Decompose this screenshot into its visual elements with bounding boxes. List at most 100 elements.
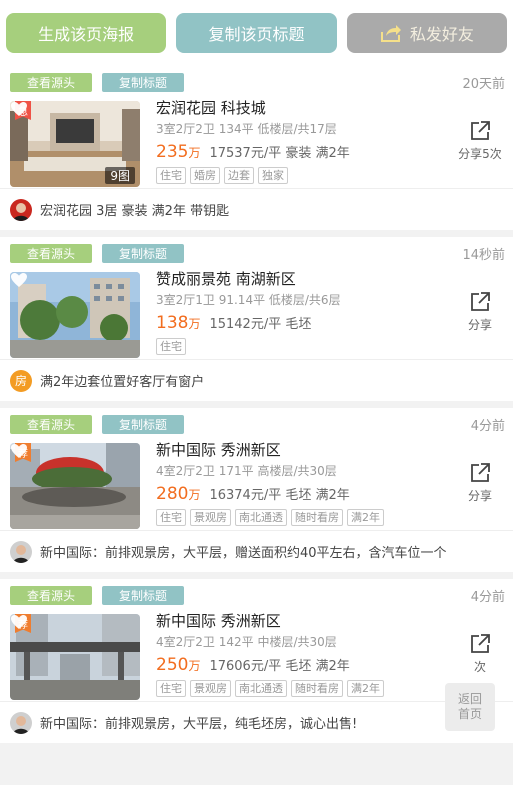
price-detail: 17606元/平 毛坯 满2年 (209, 659, 350, 674)
view-source-button[interactable]: 查看源头 (10, 414, 92, 434)
back-home-line1: 返回 (457, 692, 482, 706)
listing-photo-image (10, 272, 140, 358)
share-button[interactable]: 分享 (457, 291, 503, 333)
price-unit: 万 (188, 146, 201, 160)
feature-label: 满2年 (347, 680, 384, 697)
listing-card[interactable]: 查看源头 复制标题 4分前 荐 新中国际 秀洲新区 4室2厅2卫 142平 中楼… (0, 579, 513, 743)
listing-card-header: 查看源头 复制标题 20天前 (10, 72, 505, 92)
view-source-button[interactable]: 查看源头 (10, 243, 92, 263)
share-button[interactable]: 分享 (457, 462, 503, 504)
post-time: 4分前 (470, 418, 505, 434)
listing-card-body: 荐 新中国际 秀洲新区 4室2厅2卫 171平 高楼层/共30层 280 万 1… (10, 434, 505, 530)
heart-icon[interactable] (10, 443, 28, 459)
avatar[interactable] (10, 198, 32, 221)
price-unit: 万 (188, 488, 201, 502)
listing-description-row: 新中国际：前排观景房，大平层，赠送面积约40平左右，含汽车位一个 (0, 530, 513, 572)
post-time: 4分前 (470, 589, 505, 605)
price-row: 138 万 15142元/平 毛坯 (156, 313, 505, 333)
copy-page-title-label: 复制该页标题 (208, 25, 305, 44)
feature-label: 住宅 (156, 167, 186, 184)
listing-info: 新中国际 秀洲新区 4室2厅2卫 171平 高楼层/共30层 280 万 163… (156, 441, 505, 530)
image-count: 9图 (105, 167, 135, 184)
listing-card-body: 赞成丽景苑 南湖新区 3室2厅1卫 91.14平 低楼层/共6层 138 万 1… (10, 263, 505, 359)
listing-card[interactable]: 查看源头 复制标题 14秒前 赞成丽景苑 南湖新区 3室2厅1卫 91.14平 … (0, 237, 513, 401)
view-source-button[interactable]: 查看源头 (10, 585, 92, 605)
heart-icon[interactable] (10, 614, 28, 630)
listing-specs: 3室2厅1卫 91.14平 低楼层/共6层 (156, 293, 341, 307)
listing-photo[interactable] (10, 272, 140, 358)
listing-info: 宏润花园 科技城 3室2厅2卫 134平 低楼层/共17层 235 万 1753… (156, 99, 505, 188)
listing-card[interactable]: 查看源头 复制标题 4分前 荐 新中国际 秀洲新区 4室2厅2卫 171平 高楼… (0, 408, 513, 572)
listing-title[interactable]: 赞成丽景苑 南湖新区 (156, 270, 505, 288)
feature-label: 住宅 (156, 509, 186, 526)
feature-label: 独家 (258, 167, 288, 184)
total-price: 138 (156, 313, 189, 333)
avatar[interactable]: 房 (10, 369, 32, 392)
send-to-friend-button[interactable]: 私发好友 (346, 13, 507, 53)
listing-specs: 3室2厅2卫 134平 低楼层/共17层 (156, 122, 337, 136)
listing-description: 新中国际：前排观景房，大平层，纯毛坯房，诚心出售! (40, 717, 358, 732)
share-icon (471, 121, 490, 140)
price-unit: 万 (188, 317, 201, 331)
listing-card[interactable]: 查看源头 复制标题 20天前 急 9图 宏润花园 科技城 3室2厅2卫 134平… (0, 66, 513, 230)
heart-icon[interactable] (10, 272, 28, 288)
share-count: 分享 (467, 318, 492, 332)
listing-specs: 4室2厅2卫 142平 中楼层/共30层 (156, 635, 337, 649)
price-row: 235 万 17537元/平 豪装 满2年 (156, 142, 505, 162)
listing-info: 赞成丽景苑 南湖新区 3室2厅1卫 91.14平 低楼层/共6层 138 万 1… (156, 270, 505, 359)
listing-photo[interactable]: 荐 (10, 614, 140, 700)
top-toolbar: 生成该页海报 复制该页标题 私发好友 (0, 0, 513, 66)
back-to-home-button[interactable]: 返回 首页 (445, 683, 495, 731)
listing-description: 新中国际：前排观景房，大平层，赠送面积约40平左右，含汽车位一个 (40, 546, 447, 561)
feature-label: 边套 (224, 167, 254, 184)
listing-card-header: 查看源头 复制标题 4分前 (10, 414, 505, 434)
share-button[interactable]: 次 (457, 633, 503, 675)
price-detail: 16374元/平 毛坯 满2年 (209, 488, 350, 503)
listing-description-row: 宏润花园 3居 豪装 满2年 带钥匙 (0, 188, 513, 230)
listing-photo[interactable]: 急 9图 (10, 101, 140, 187)
copy-page-title-button[interactable]: 复制该页标题 (176, 13, 337, 53)
feature-label: 随时看房 (291, 509, 343, 526)
listing-title[interactable]: 新中国际 秀洲新区 (156, 612, 505, 630)
listing-description-row: 新中国际：前排观景房，大平层，纯毛坯房，诚心出售! (0, 701, 513, 743)
heart-icon[interactable] (10, 101, 28, 117)
feature-labels: 住宅 婚房 边套 独家 (156, 167, 505, 184)
avatar[interactable] (10, 540, 32, 563)
listing-description-row: 房 满2年边套位置好客厅有窗户 (0, 359, 513, 401)
feature-label: 满2年 (347, 509, 384, 526)
avatar[interactable] (10, 711, 32, 734)
total-price: 280 (156, 484, 189, 504)
copy-title-button[interactable]: 复制标题 (102, 585, 184, 605)
listing-card-header: 查看源头 复制标题 4分前 (10, 585, 505, 605)
listing-specs: 4室2厅2卫 171平 高楼层/共30层 (156, 464, 337, 478)
listing-title[interactable]: 新中国际 秀洲新区 (156, 441, 505, 459)
price-unit: 万 (188, 659, 201, 673)
generate-poster-button[interactable]: 生成该页海报 (6, 13, 167, 53)
price-row: 250 万 17606元/平 毛坯 满2年 (156, 655, 505, 675)
feature-label: 随时看房 (291, 680, 343, 697)
listing-photo[interactable]: 荐 (10, 443, 140, 529)
feature-label: 住宅 (156, 338, 186, 355)
feature-label: 南北通透 (235, 680, 287, 697)
feature-label: 景观房 (190, 509, 231, 526)
share-icon (471, 463, 490, 482)
listing-description: 满2年边套位置好客厅有窗户 (40, 375, 205, 390)
listing-card-body: 荐 新中国际 秀洲新区 4室2厅2卫 142平 中楼层/共30层 250 万 1… (10, 605, 505, 701)
view-source-button[interactable]: 查看源头 (10, 72, 92, 92)
generate-poster-label: 生成该页海报 (38, 25, 135, 44)
listing-title[interactable]: 宏润花园 科技城 (156, 99, 505, 117)
feature-label: 住宅 (156, 680, 186, 697)
copy-title-button[interactable]: 复制标题 (102, 72, 184, 92)
copy-title-button[interactable]: 复制标题 (102, 414, 184, 434)
price-row: 280 万 16374元/平 毛坯 满2年 (156, 484, 505, 504)
share-out-icon (380, 25, 401, 42)
copy-title-button[interactable]: 复制标题 (102, 243, 184, 263)
feature-label: 南北通透 (235, 509, 287, 526)
feature-label: 景观房 (190, 680, 231, 697)
price-detail: 17537元/平 豪装 满2年 (209, 146, 350, 161)
share-button[interactable]: 分享5次 (457, 120, 503, 162)
back-home-line2: 首页 (457, 707, 482, 721)
feature-label: 婚房 (190, 167, 220, 184)
price-detail: 15142元/平 毛坯 (209, 317, 312, 332)
listing-card-body: 急 9图 宏润花园 科技城 3室2厅2卫 134平 低楼层/共17层 235 万… (10, 92, 505, 188)
